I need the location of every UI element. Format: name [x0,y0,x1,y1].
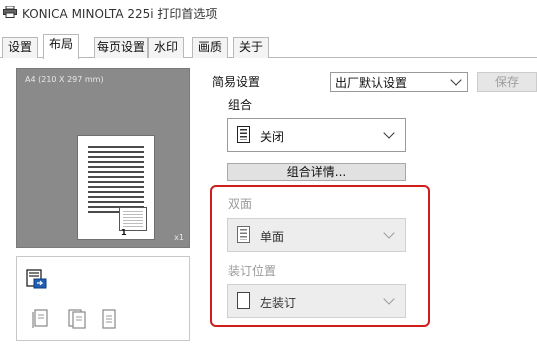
tab-quality[interactable]: 画质 [192,37,228,58]
tab-about[interactable]: 关于 [233,37,269,58]
binding-position-value: 左装订 [260,296,297,310]
print-to-screen-icon[interactable] [26,269,48,291]
tab-layout[interactable]: 布局 [43,34,79,59]
quick-settings-select[interactable]: 出厂默认设置 [330,72,468,92]
staple-icon[interactable] [101,308,117,330]
chevron-down-icon [383,127,395,139]
tab-watermark[interactable]: 水印 [148,37,184,58]
booklet-left-icon[interactable] [31,308,49,330]
layout-icon-panel [16,256,190,341]
combination-label: 组合 [228,98,253,112]
chevron-down-icon [450,74,462,86]
combination-details-button[interactable]: 组合详情... [227,163,406,181]
duplex-value: 单面 [260,230,285,244]
duplex-label: 双面 [228,197,253,211]
paper-size-label: A4 (210 X 297 mm) [25,75,104,84]
binding-position-select[interactable]: 左装订 [227,284,406,318]
document-icon [237,126,250,143]
tab-bar: 设置 布局 每页设置 水印 画质 关于 [0,34,537,59]
copies-indicator: x1 [174,233,184,242]
left-binding-page-icon [237,292,250,309]
title-bar: KONICA MINOLTA 225i 打印首选项 [0,0,537,26]
combination-value: 关闭 [260,130,285,144]
printer-icon [3,6,17,18]
page-preview: A4 (210 X 297 mm) 1 x1 [16,68,190,248]
chevron-down-icon [383,227,395,239]
duplex-select[interactable]: 单面 [227,218,406,252]
preview-text-lines [88,146,144,216]
single-sided-document-icon [237,226,250,243]
preview-page-number: 1 [121,228,127,237]
booklet-center-icon[interactable] [67,308,87,330]
save-button[interactable]: 保存 [477,72,537,92]
window-title: KONICA MINOLTA 225i 打印首选项 [22,7,218,21]
tab-per-page-settings[interactable]: 每页设置 [94,37,148,58]
quick-settings-value: 出厂默认设置 [335,76,408,90]
quick-settings-label: 简易设置 [212,75,261,89]
preview-page: 1 [77,135,155,240]
binding-position-label: 装订位置 [228,264,277,278]
chevron-down-icon [383,293,395,305]
combination-select[interactable]: 关闭 [227,118,406,152]
tab-settings[interactable]: 设置 [2,37,38,58]
